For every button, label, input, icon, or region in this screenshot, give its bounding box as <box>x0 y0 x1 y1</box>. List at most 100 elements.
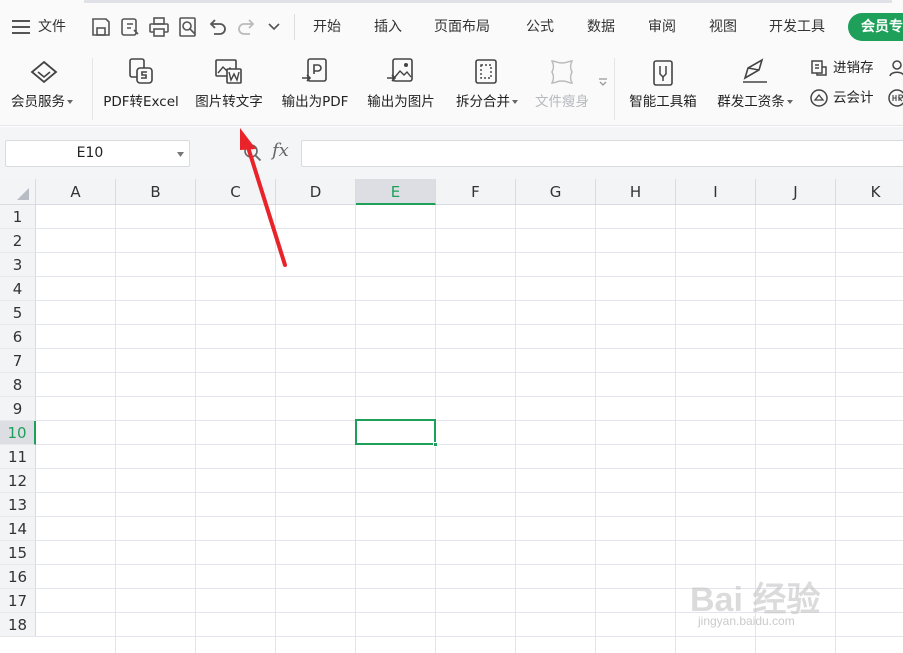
smart-toolbox-label: 智能工具箱 <box>629 94 697 110</box>
column-header-b[interactable]: B <box>116 179 196 205</box>
export-image-button[interactable]: 输出为图片 <box>360 52 442 126</box>
smart-toolbox-button[interactable]: 智能工具箱 <box>620 52 706 126</box>
insert-function-button[interactable]: fx <box>272 140 289 161</box>
export-pdf-quick-icon[interactable] <box>119 16 141 38</box>
file-slim-label: 文件瘦身 <box>535 94 589 110</box>
row-gridline <box>36 300 903 301</box>
column-header-d[interactable]: D <box>276 179 356 205</box>
undo-icon[interactable] <box>206 16 228 38</box>
row-header-18[interactable]: 18 <box>0 613 36 637</box>
tab-home[interactable]: 开始 <box>313 14 341 40</box>
cloud-accounting-icon <box>810 89 828 107</box>
row-header-7[interactable]: 7 <box>0 349 36 373</box>
save-icon[interactable] <box>90 16 112 38</box>
column-gridline <box>115 205 116 653</box>
formula-input[interactable] <box>301 140 903 167</box>
tab-view[interactable]: 视图 <box>709 14 737 40</box>
row-header-10[interactable]: 10 <box>0 421 36 445</box>
row-header-4[interactable]: 4 <box>0 277 36 301</box>
select-all-corner[interactable] <box>0 179 36 205</box>
column-header-i[interactable]: I <box>676 179 756 205</box>
print-preview-icon[interactable] <box>177 16 199 38</box>
tab-review[interactable]: 审阅 <box>648 14 676 40</box>
hr-assistant-button[interactable] <box>888 56 903 80</box>
split-merge-button[interactable]: 拆分合并 <box>446 52 528 126</box>
row-header-5[interactable]: 5 <box>0 301 36 325</box>
print-icon[interactable] <box>148 16 170 38</box>
cell-reference: E10 <box>76 145 104 161</box>
column-gridline <box>275 205 276 653</box>
column-header-f[interactable]: F <box>436 179 516 205</box>
member-service-button[interactable]: 会员服务 <box>4 52 80 126</box>
active-cell-selection[interactable] <box>355 419 438 447</box>
column-header-a[interactable]: A <box>36 179 116 205</box>
row-header-12[interactable]: 12 <box>0 469 36 493</box>
row-gridline <box>36 276 903 277</box>
mass-payroll-label: 群发工资条 <box>717 94 785 110</box>
column-header-c[interactable]: C <box>196 179 276 205</box>
row-header-11[interactable]: 11 <box>0 445 36 469</box>
row-header-15[interactable]: 15 <box>0 541 36 565</box>
hr-button[interactable] <box>888 86 903 110</box>
ribbon-divider <box>614 58 615 120</box>
file-slim-button[interactable]: 文件瘦身 <box>530 52 594 126</box>
split-merge-icon <box>475 59 497 84</box>
column-header-j[interactable]: J <box>756 179 836 205</box>
row-gridline <box>36 372 903 373</box>
row-header-6[interactable]: 6 <box>0 325 36 349</box>
row-gridline <box>36 492 903 493</box>
ribbon-divider <box>92 58 93 120</box>
row-header-2[interactable]: 2 <box>0 229 36 253</box>
fill-handle[interactable] <box>433 442 438 447</box>
find-zoom-icon[interactable] <box>243 143 263 163</box>
inventory-button[interactable]: 进销存 <box>809 56 874 80</box>
tab-formulas[interactable]: 公式 <box>526 14 554 40</box>
formula-bar: E10 fx <box>0 127 903 179</box>
row-header-13[interactable]: 13 <box>0 493 36 517</box>
spreadsheet-window: 文件 开始 插入 页面布局 公式 数据 审阅 视图 开发工具 会员专 会员服务 … <box>0 0 903 653</box>
column-header-k[interactable]: K <box>836 179 903 205</box>
row-header-14[interactable]: 14 <box>0 517 36 541</box>
row-gridline <box>36 468 903 469</box>
redo-icon[interactable] <box>236 16 258 38</box>
name-box-dropdown-icon[interactable] <box>177 152 184 157</box>
row-header-9[interactable]: 9 <box>0 397 36 421</box>
name-box[interactable]: E10 <box>5 140 190 167</box>
tab-developer[interactable]: 开发工具 <box>769 14 825 40</box>
row-header-17[interactable]: 17 <box>0 589 36 613</box>
tab-data[interactable]: 数据 <box>587 14 615 40</box>
row-gridline <box>36 252 903 253</box>
column-header-h[interactable]: H <box>596 179 676 205</box>
column-header-g[interactable]: G <box>516 179 596 205</box>
send-payroll-icon <box>743 58 767 83</box>
row-gridline <box>36 516 903 517</box>
export-pdf-button[interactable]: 输出为PDF <box>274 52 356 126</box>
hamburger-menu-icon[interactable] <box>12 19 30 35</box>
tab-page-layout[interactable]: 页面布局 <box>434 14 490 40</box>
tab-insert[interactable]: 插入 <box>374 14 402 40</box>
cloud-accounting-button[interactable]: 云会计 <box>809 86 874 110</box>
image-to-text-button[interactable]: 图片转文字 <box>188 52 270 126</box>
diamond-icon <box>30 60 58 84</box>
ribbon-more-icon[interactable] <box>598 78 608 86</box>
row-header-16[interactable]: 16 <box>0 565 36 589</box>
split-merge-label: 拆分合并 <box>456 94 510 110</box>
person-icon <box>889 60 903 77</box>
row-header-8[interactable]: 8 <box>0 373 36 397</box>
row-header-1[interactable]: 1 <box>0 205 36 229</box>
pdf-to-excel-label: PDF转Excel <box>103 94 179 110</box>
column-gridline <box>675 205 676 653</box>
file-menu[interactable]: 文件 <box>38 14 66 40</box>
member-exclusive-tab[interactable]: 会员专 <box>848 13 903 41</box>
hr-icon <box>888 89 903 107</box>
column-header-e[interactable]: E <box>356 179 436 205</box>
column-gridline <box>195 205 196 653</box>
export-image-icon <box>387 58 413 82</box>
mass-payroll-button[interactable]: 群发工资条 <box>710 52 800 126</box>
pdf-to-excel-button[interactable]: PDF转Excel <box>98 52 184 126</box>
file-slim-icon <box>550 60 574 84</box>
quick-access-more-icon[interactable] <box>268 22 280 32</box>
row-header-3[interactable]: 3 <box>0 253 36 277</box>
row-gridline <box>36 228 903 229</box>
export-pdf-label: 输出为PDF <box>281 94 349 110</box>
